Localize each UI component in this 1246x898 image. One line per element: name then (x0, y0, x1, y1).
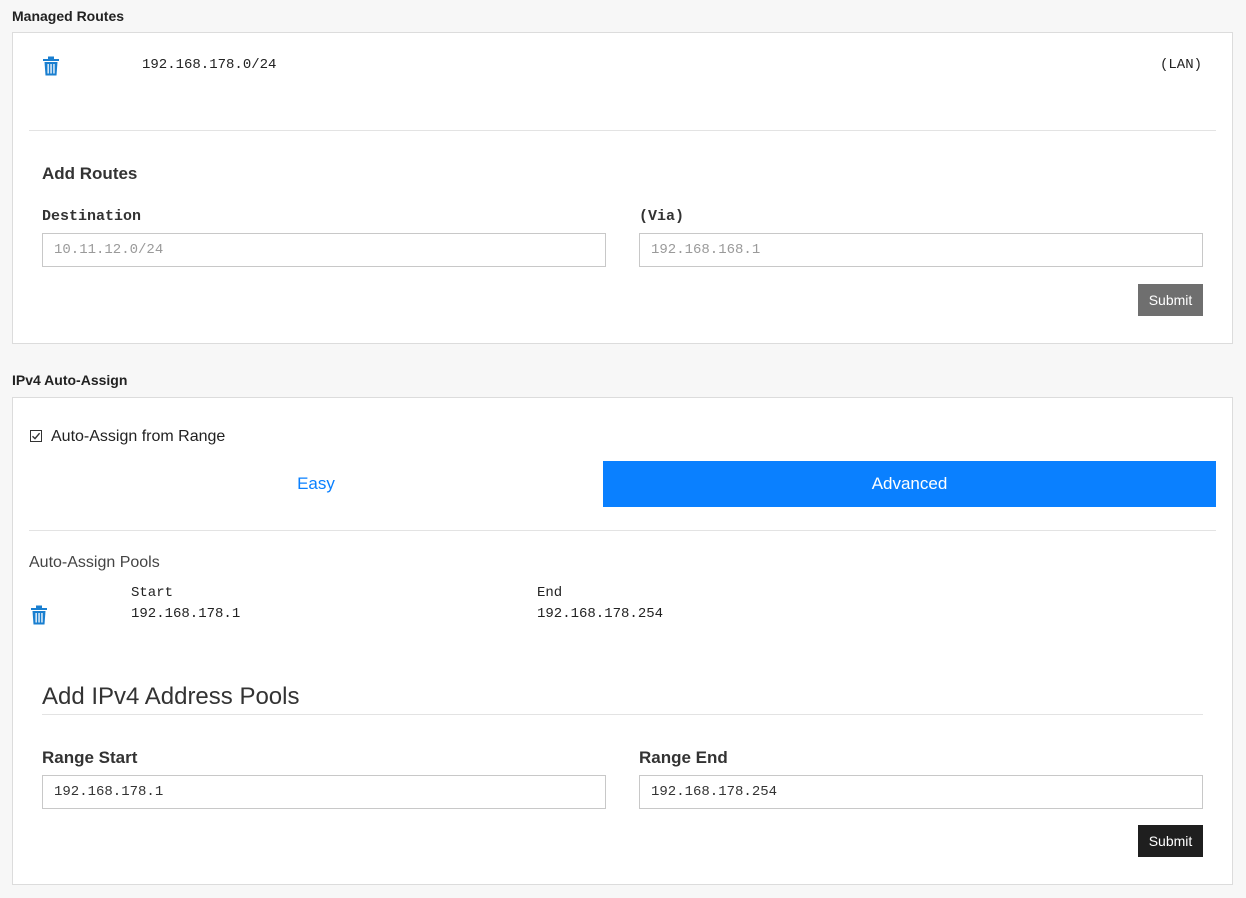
auto-assign-checkbox-label[interactable]: Auto-Assign from Range (51, 428, 225, 446)
destination-input[interactable] (42, 233, 606, 267)
managed-routes-card (12, 32, 1233, 344)
delete-pool-button[interactable] (30, 605, 48, 630)
ipv4-auto-assign-title: IPv4 Auto-Assign (12, 372, 128, 388)
delete-route-button[interactable] (42, 56, 60, 81)
divider (42, 714, 1203, 715)
add-routes-heading: Add Routes (42, 164, 138, 183)
destination-label: Destination (42, 208, 142, 225)
pool-end-column-label: End (537, 585, 563, 601)
add-pools-heading: Add IPv4 Address Pools (42, 683, 300, 710)
pool-start-column-label: Start (131, 585, 174, 601)
tab-advanced[interactable]: Advanced (603, 461, 1216, 507)
via-label: (Via) (639, 208, 685, 225)
submit-pools-label: Submit (1148, 833, 1193, 849)
route-via: (LAN) (1160, 57, 1203, 73)
divider (29, 130, 1216, 131)
submit-routes-button[interactable]: Submit (1138, 284, 1203, 316)
auto-assign-checkbox[interactable] (30, 430, 42, 442)
submit-routes-label: Submit (1148, 292, 1193, 308)
checkmark-icon (32, 432, 41, 440)
managed-routes-title: Managed Routes (12, 8, 125, 24)
route-destination: 192.168.178.0/24 (142, 57, 277, 73)
divider (29, 530, 1216, 531)
pool-end-value: 192.168.178.254 (537, 606, 664, 622)
tab-advanced-label: Advanced (871, 474, 948, 493)
trash-icon[interactable] (30, 605, 48, 625)
pool-start-value: 192.168.178.1 (131, 606, 241, 622)
auto-assign-pools-heading: Auto-Assign Pools (29, 554, 160, 571)
trash-icon[interactable] (42, 56, 60, 76)
tab-easy[interactable]: Easy (29, 461, 603, 507)
range-start-label: Range Start (42, 748, 138, 767)
range-end-label: Range End (639, 748, 728, 767)
range-end-input[interactable] (639, 775, 1203, 809)
submit-pools-button[interactable]: Submit (1138, 825, 1203, 857)
tab-easy-label: Easy (297, 474, 335, 493)
via-input[interactable] (639, 233, 1203, 267)
range-start-input[interactable] (42, 775, 606, 809)
